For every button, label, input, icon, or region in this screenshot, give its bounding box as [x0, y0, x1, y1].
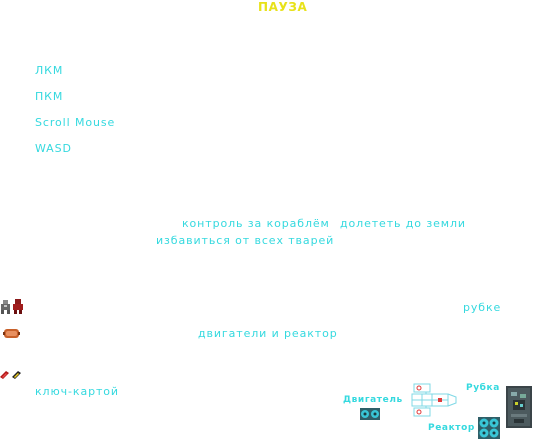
- ship-schematic-icon: [411, 383, 457, 417]
- keycard-red-icon: [0, 371, 9, 379]
- pause-title: ПАУЗА: [258, 0, 308, 14]
- control-key-lmb: ЛКМ: [35, 64, 64, 77]
- label-reactor: Реактор: [428, 423, 475, 433]
- engine-block-icon: [360, 408, 380, 420]
- label-cabin: Рубка: [466, 383, 500, 393]
- hint-engines-reactor: двигатели и реактор: [198, 327, 338, 340]
- control-key-rmb: ПКМ: [35, 90, 64, 103]
- engine-icon: [3, 329, 20, 338]
- control-key-scroll: Scroll Mouse: [35, 116, 116, 129]
- mutant-icon: [13, 299, 23, 314]
- goal-kill-creatures: избавиться от всех тварей: [156, 234, 335, 247]
- hint-keycard: ключ-картой: [35, 385, 119, 398]
- robot-icon: [1, 300, 10, 314]
- keycard-yellow-icon: [12, 371, 21, 379]
- goal-control-ship: контроль за кораблём: [182, 217, 330, 230]
- label-engine: Двигатель: [343, 395, 403, 405]
- hint-cabin: рубке: [463, 301, 502, 314]
- cockpit-icon: [506, 386, 532, 428]
- control-key-wasd: WASD: [35, 142, 72, 155]
- reactor-icon: [478, 417, 500, 439]
- goal-reach-earth: долететь до земли: [340, 217, 466, 230]
